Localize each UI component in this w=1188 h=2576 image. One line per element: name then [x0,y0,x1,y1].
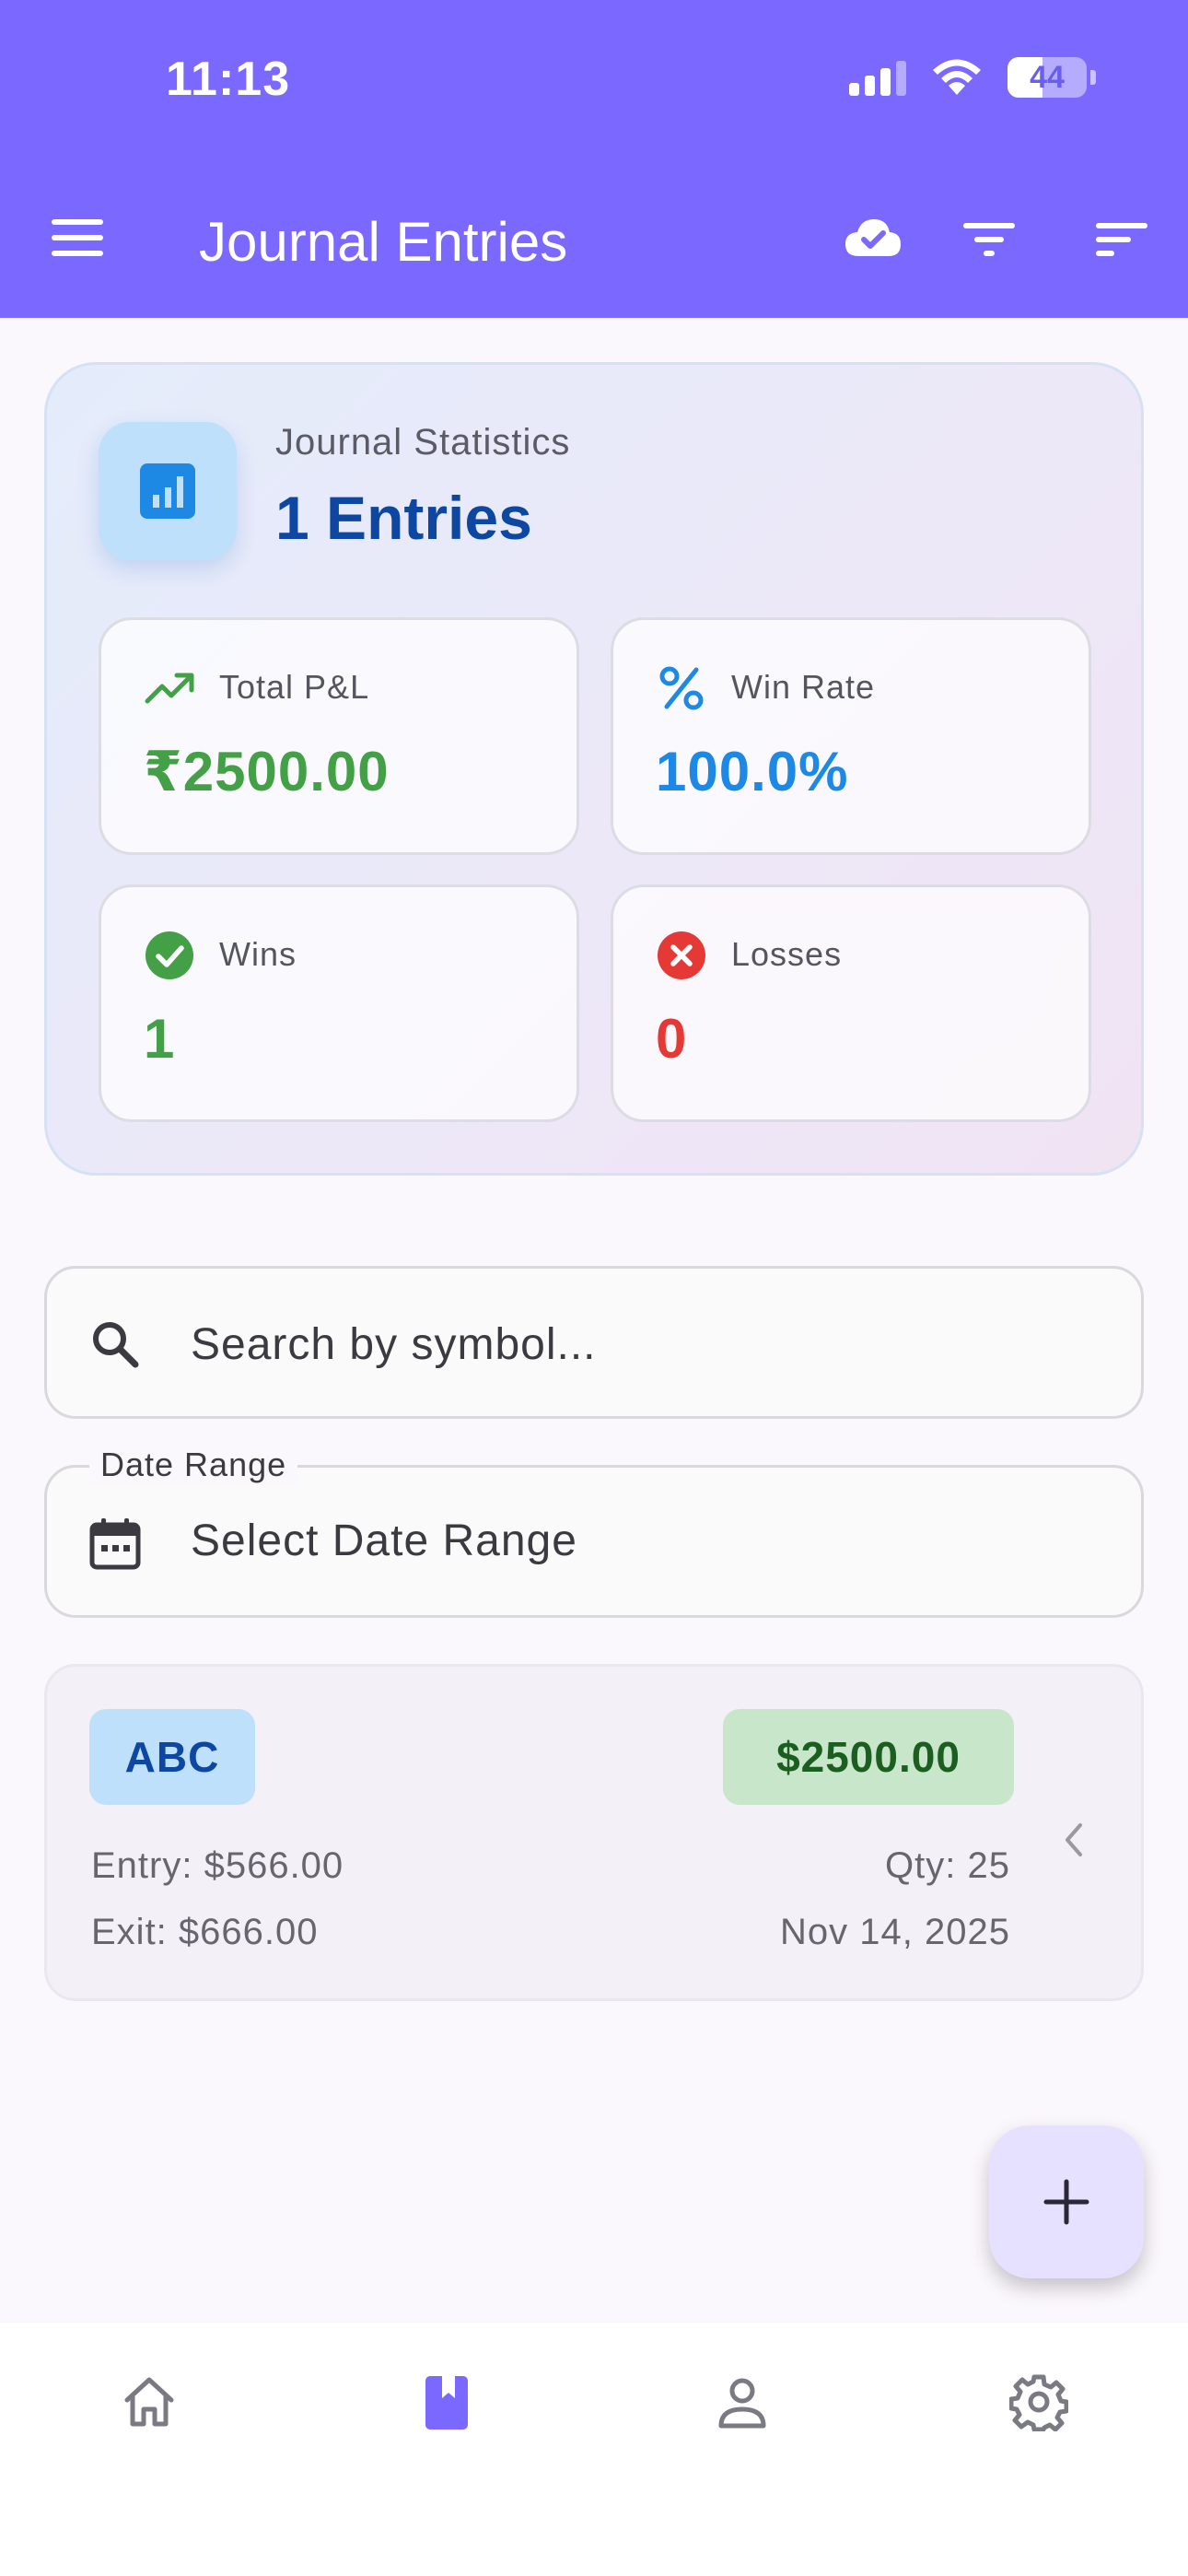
page-title: Journal Entries [199,211,568,273]
losses-tile: Losses 0 [611,884,1091,1122]
wins-tile: Wins 1 [99,884,579,1122]
symbol-badge: ABC [89,1709,255,1805]
person-icon [718,2378,766,2429]
home-icon [124,2377,174,2427]
filter-icon[interactable] [960,214,1019,265]
sort-icon[interactable] [1092,214,1151,265]
app-bar: 11:13 44 Journal Entries [0,0,1188,318]
nav-journal[interactable] [409,2365,483,2439]
cancel-circle-icon [658,931,705,979]
tile-label: Win Rate [731,668,876,706]
bottom-navigation [0,2323,1188,2576]
battery-level: 44 [1030,59,1065,95]
date-range-value: Select Date Range [191,1516,577,1565]
total-pnl-value: ₹2500.00 [144,741,390,802]
tile-label: Wins [219,935,297,973]
plus-icon [1043,2179,1089,2225]
nav-settings[interactable] [1002,2365,1076,2439]
exit-price: Exit: $666.00 [91,1912,319,1952]
nav-profile[interactable] [705,2365,779,2439]
win-rate-value: 100.0% [656,741,849,802]
chart-icon [140,463,195,519]
add-entry-button[interactable] [989,2125,1144,2278]
chevron-left-icon[interactable] [1060,1820,1088,1860]
cloud-check-icon[interactable] [844,214,903,265]
journal-icon [425,2376,468,2430]
status-icons: 44 [849,57,1096,98]
losses-value: 0 [656,1008,688,1070]
quantity: Qty: 25 [885,1845,1010,1886]
percent-icon [659,666,704,710]
stats-icon-box [99,422,237,560]
signal-icon [849,59,906,96]
tile-label: Losses [731,935,843,973]
status-time: 11:13 [166,53,291,106]
calendar-icon [89,1518,141,1570]
check-circle-icon [146,931,193,979]
entry-price: Entry: $566.00 [91,1845,344,1886]
stats-label: Journal Statistics [275,422,571,463]
trade-date: Nov 14, 2025 [780,1912,1010,1952]
win-rate-tile: Win Rate 100.0% [611,617,1091,855]
pnl-badge: $2500.00 [723,1709,1014,1805]
search-input[interactable] [191,1307,1093,1381]
date-range-field[interactable]: Date Range Select Date Range [44,1446,1144,1618]
nav-home[interactable] [112,2365,186,2439]
journal-stats-card: Journal Statistics 1 Entries Total P&L ₹… [44,362,1144,1176]
date-range-label: Date Range [89,1446,298,1484]
menu-button[interactable] [52,219,103,256]
gear-icon [1009,2374,1068,2431]
total-pnl-tile: Total P&L ₹2500.00 [99,617,579,855]
wifi-icon [933,59,981,95]
search-field[interactable] [44,1266,1144,1419]
entries-count: 1 Entries [275,484,532,552]
battery-icon: 44 [1007,57,1096,98]
tile-label: Total P&L [219,668,370,706]
wins-value: 1 [144,1008,176,1070]
journal-entry-card[interactable]: ABC $2500.00 Entry: $566.00 Exit: $666.0… [44,1664,1144,2001]
trending-up-icon [145,673,194,704]
search-icon [93,1322,139,1368]
